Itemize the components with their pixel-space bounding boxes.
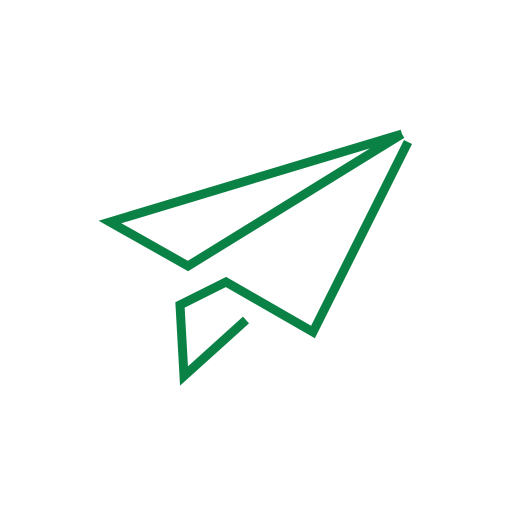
icon-canvas [0,0,512,512]
plane-lower-wing [175,139,413,386]
paper-plane-icon [98,129,413,386]
